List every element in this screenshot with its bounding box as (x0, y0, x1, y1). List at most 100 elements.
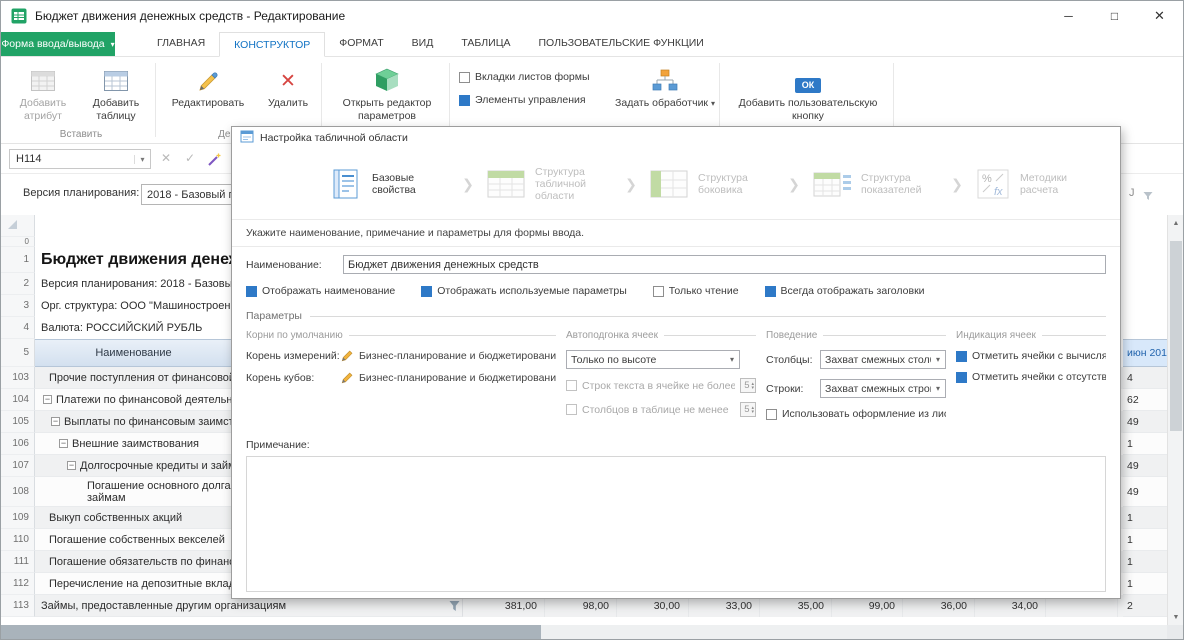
row-header[interactable]: 4 (1, 317, 35, 339)
cols-limit-checkbox[interactable]: Столбцов в таблице не менее 5▴▾ (566, 402, 756, 417)
ribbon-tab-1[interactable]: КОНСТРУКТОР (219, 32, 325, 57)
dialog-titlebar[interactable]: Настройка табличной области (232, 127, 1120, 149)
indication-checkbox-1[interactable]: Отметить ячейки с отсутствием прав досту… (956, 371, 1106, 383)
edit-button[interactable]: Редактировать (163, 63, 253, 110)
wand-icon[interactable] (207, 152, 222, 170)
row-header[interactable]: 5 (1, 339, 35, 367)
cols-limit-spinner[interactable]: 5▴▾ (740, 402, 756, 417)
controls-checkbox[interactable]: Элементы управления (459, 94, 586, 106)
collapse-minus-icon[interactable]: − (67, 461, 76, 470)
row-header[interactable]: 108 (1, 477, 35, 507)
dialog-display-checkbox-2[interactable]: Только чтение (653, 285, 739, 297)
scroll-up-icon[interactable]: ▲ (1168, 215, 1184, 231)
cell-value[interactable]: 2 (1123, 595, 1167, 617)
cell-value[interactable]: 1 (1123, 529, 1167, 551)
add-attribute-button[interactable]: Добавить атрибут (11, 63, 75, 122)
dialog-display-checkboxes: Отображать наименование Отображать исполь… (246, 285, 1106, 297)
add-table-button[interactable]: Добавить таблицу (81, 63, 151, 122)
cell-value[interactable]: 1 (1123, 507, 1167, 529)
dim-root-value[interactable]: Бизнес-планирование и бюджетирование (359, 350, 556, 362)
row-header[interactable]: 104 (1, 389, 35, 411)
spinner-arrows-icon[interactable]: ▴▾ (751, 406, 754, 414)
file-menu-button[interactable]: Форма ввода/вывода ▾ (1, 32, 115, 56)
row-header[interactable]: 112 (1, 573, 35, 595)
cube-root-value[interactable]: Бизнес-планирование и бюджетирование (359, 372, 556, 384)
chevron-down-icon[interactable]: ▾ (134, 155, 150, 164)
collapse-minus-icon[interactable]: − (43, 395, 52, 404)
cancel-icon[interactable]: ✕ (161, 151, 171, 165)
note-textarea[interactable] (246, 456, 1106, 592)
scroll-down-icon[interactable]: ▼ (1168, 609, 1184, 625)
wizard-step-1[interactable]: Структура табличной области (486, 166, 613, 202)
confirm-icon[interactable]: ✓ (185, 151, 195, 165)
ribbon-tab-4[interactable]: ТАБЛИЦА (447, 31, 524, 56)
row-header[interactable]: 103 (1, 367, 35, 389)
vertical-scrollbar-thumb[interactable] (1170, 241, 1182, 431)
edit-pencil-icon[interactable] (341, 372, 353, 384)
name-field-input[interactable] (343, 255, 1106, 274)
autofit-mode-select[interactable]: Только по высоте ▾ (566, 350, 740, 369)
spinner-arrows-icon[interactable]: ▴▾ (751, 382, 754, 390)
rows-mode-select[interactable]: Захват смежных строк ▾ (820, 379, 946, 398)
wizard-step-3[interactable]: Структура показателей (812, 168, 939, 200)
wizard-step-0[interactable]: Базовые свойства (327, 167, 450, 201)
row-header[interactable]: 110 (1, 529, 35, 551)
horizontal-scrollbar[interactable] (1, 625, 1167, 640)
set-handler-button[interactable]: Задать обработчик ▾ (615, 63, 715, 110)
table-area-icon (486, 168, 526, 200)
row-header[interactable]: 113 (1, 595, 35, 617)
cell-value[interactable]: 1 (1123, 551, 1167, 573)
cell-value[interactable]: 49 (1123, 411, 1167, 433)
ribbon-tab-3[interactable]: ВИД (398, 31, 448, 56)
ribbon-tab-0[interactable]: ГЛАВНАЯ (143, 31, 219, 56)
use-sheet-style-checkbox[interactable]: Использовать оформление из листа (766, 408, 946, 420)
collapse-minus-icon[interactable]: − (59, 439, 68, 448)
edit-pencil-icon[interactable] (341, 350, 353, 362)
dialog-display-checkbox-1[interactable]: Отображать используемые параметры (421, 285, 627, 297)
rows-limit-spinner[interactable]: 5▴▾ (740, 378, 756, 393)
checkbox-box (566, 404, 577, 415)
cell-value[interactable]: 49 (1123, 455, 1167, 477)
horizontal-scrollbar-thumb[interactable] (1, 625, 541, 640)
cell-value[interactable]: 1 (1123, 433, 1167, 455)
add-user-button-button[interactable]: ОК Добавить пользовательскую кнопку (729, 63, 887, 122)
filter-icon[interactable] (449, 600, 460, 612)
section-indication: Индикация ячеек Отметить ячейки с вычисл… (956, 330, 1106, 429)
row-header[interactable]: 106 (1, 433, 35, 455)
row-header[interactable]: 111 (1, 551, 35, 573)
dialog-display-checkbox-0[interactable]: Отображать наименование (246, 285, 395, 297)
indication-checkbox-0[interactable]: Отметить ячейки с вычисляемыми значениям… (956, 350, 1106, 362)
small-filter-icon[interactable] (1143, 188, 1153, 206)
sheet-tabs-checkbox[interactable]: Вкладки листов формы (459, 71, 590, 83)
wizard-step-4[interactable]: %fxМетодики расчета (975, 168, 1098, 200)
row-header[interactable]: 105 (1, 411, 35, 433)
open-parameter-editor-button[interactable]: Открыть редактор параметров (329, 63, 445, 122)
row-header[interactable]: 1 (1, 247, 35, 273)
ribbon-tab-5[interactable]: ПОЛЬЗОВАТЕЛЬСКИЕ ФУНКЦИИ (524, 31, 717, 56)
maximize-icon[interactable]: □ (1092, 1, 1137, 31)
cell-value[interactable]: 1 (1123, 573, 1167, 595)
row-header[interactable]: 0 (1, 237, 35, 247)
close-icon[interactable]: ✕ (1137, 1, 1182, 31)
select-all-corner[interactable] (1, 215, 35, 237)
wizard-step-2[interactable]: Структура боковика (649, 168, 776, 200)
cell-reference: H114 (10, 153, 134, 165)
rows-limit-checkbox[interactable]: Строк текста в ячейке не более 5▴▾ (566, 378, 756, 393)
collapse-minus-icon[interactable]: − (51, 417, 60, 426)
row-header[interactable]: 2 (1, 273, 35, 295)
vertical-scrollbar[interactable]: ▲ ▼ (1167, 215, 1184, 625)
row-header[interactable]: 3 (1, 295, 35, 317)
ribbon-tab-2[interactable]: ФОРМАТ (325, 31, 397, 56)
cell-name-box[interactable]: H114 ▾ (9, 149, 151, 169)
cell-value[interactable]: 4 (1123, 367, 1167, 389)
cell-value[interactable]: 49 (1123, 477, 1167, 507)
delete-button[interactable]: ✕ Удалить (259, 63, 317, 110)
column-header-month[interactable]: июн 2018 (1123, 339, 1167, 367)
cell-value[interactable]: 62 (1123, 389, 1167, 411)
row-header[interactable]: 107 (1, 455, 35, 477)
dialog-display-checkbox-3[interactable]: Всегда отображать заголовки (765, 285, 925, 297)
minimize-icon[interactable]: ─ (1046, 1, 1091, 31)
dialog-form-icon (240, 130, 254, 146)
row-header[interactable]: 109 (1, 507, 35, 529)
columns-mode-select[interactable]: Захват смежных столбцов ▾ (820, 350, 946, 369)
